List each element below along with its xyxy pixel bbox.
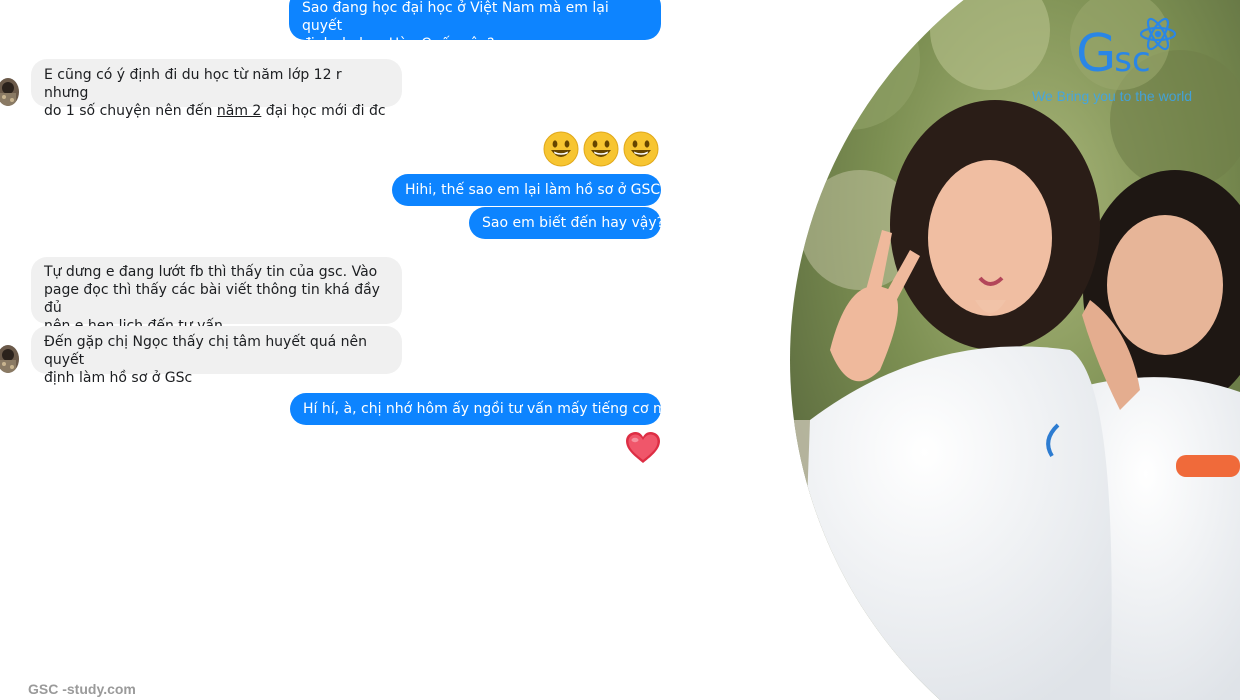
message-text-part: do 1 số chuyện nên đến bbox=[44, 103, 217, 119]
brand-tagline: We Bring you to the world bbox=[1032, 88, 1193, 104]
message-text-line: Đến gặp chị Ngọc thấy chị tâm huyết quá … bbox=[44, 334, 368, 368]
message-text-line: Sao đang học đại học ở Việt Nam mà em lạ… bbox=[302, 0, 609, 34]
message-text-line: page đọc thì thấy các bài viết thông tin… bbox=[44, 282, 380, 316]
site-watermark: GSC -study.com bbox=[28, 681, 136, 697]
message-sent[interactable]: Sao đang học đại học ở Việt Nam mà em lạ… bbox=[289, 0, 661, 52]
message-text-line: định làm hồ sơ ở GSc bbox=[44, 370, 193, 386]
smiley-emoji-icon bbox=[543, 131, 579, 167]
message-received[interactable]: Đến gặp chị Ngọc thấy chị tâm huyết quá … bbox=[31, 326, 402, 386]
message-text-line: Tự dưng e đang lướt fb thì thấy tin của … bbox=[44, 264, 378, 280]
logo-letter-g: G bbox=[1076, 24, 1117, 84]
message-sent[interactable]: Hí hí, à, chị nhớ hôm ấy ngồi tư vấn mấy… bbox=[290, 393, 675, 425]
message-text-part: đại học mới đi đc bbox=[261, 103, 386, 119]
avatar[interactable] bbox=[0, 78, 19, 106]
message-received[interactable]: E cũng có ý định đi du học từ năm lớp 12… bbox=[31, 59, 402, 119]
message-sent[interactable]: Hihi, thế sao em lại làm hồ sơ ở GSC? bbox=[392, 174, 668, 206]
message-sent[interactable]: Sao em biết đến hay vậy? bbox=[469, 207, 665, 239]
smiley-emoji-icon bbox=[583, 131, 619, 167]
message-received[interactable]: Tự dưng e đang lướt fb thì thấy tin của … bbox=[31, 257, 402, 334]
message-text: Hí hí, à, chị nhớ hôm ấy ngồi tư vấn mấy… bbox=[303, 401, 676, 417]
avatar-icon bbox=[0, 345, 19, 373]
message-text-underlined: năm 2 bbox=[216, 103, 262, 119]
heart-icon bbox=[626, 432, 660, 463]
avatar-icon bbox=[0, 78, 19, 106]
message-text: Sao em biết đến hay vậy? bbox=[482, 215, 665, 231]
brand-logo[interactable]: Gsc We Bring you to the world bbox=[1032, 14, 1232, 110]
message-text-line: E cũng có ý định đi du học từ năm lớp 12… bbox=[44, 67, 342, 101]
emoji-reaction-row bbox=[543, 131, 659, 167]
message-text-line: định du học Hàn Quốc vậy? bbox=[302, 36, 495, 52]
message-text: Hihi, thế sao em lại làm hồ sơ ở GSC? bbox=[405, 182, 668, 198]
smiley-emoji-icon bbox=[623, 131, 659, 167]
message-text-line: do 1 số chuyện nên đến năm 2 đại học mới… bbox=[44, 102, 389, 120]
atom-icon bbox=[1139, 17, 1177, 51]
avatar[interactable] bbox=[0, 345, 19, 373]
